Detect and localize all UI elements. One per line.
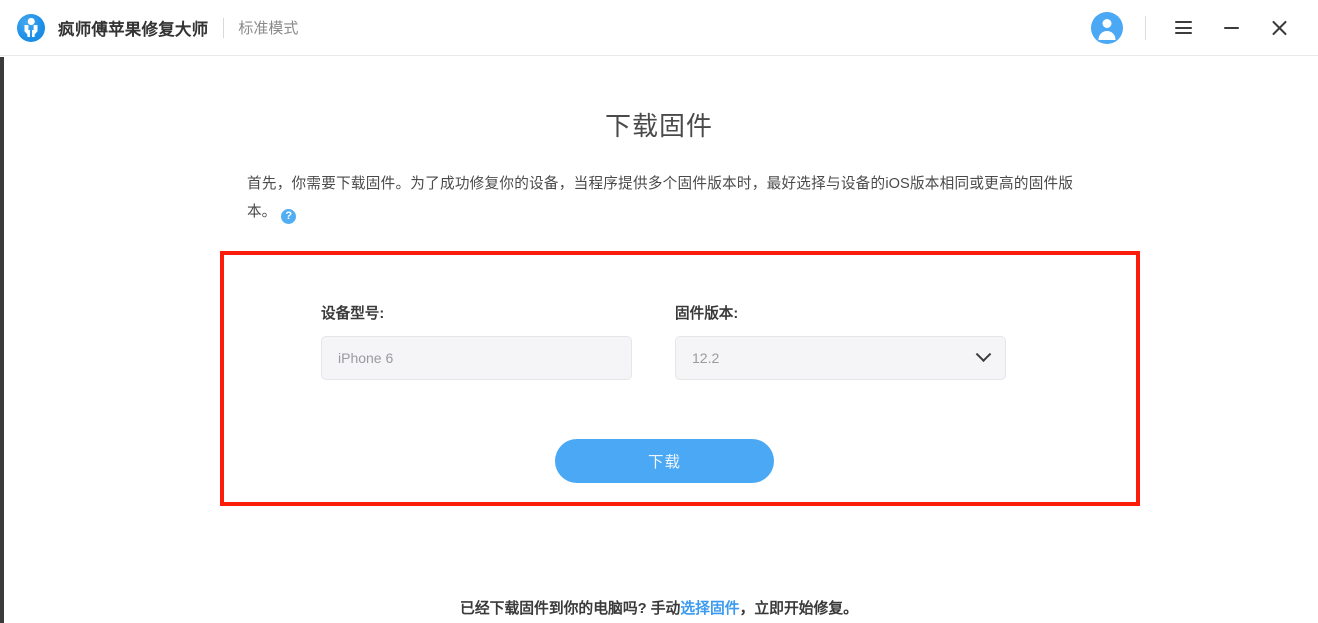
minimize-icon[interactable] — [1214, 11, 1248, 45]
app-logo-icon — [17, 13, 45, 42]
mode-label: 标准模式 — [238, 20, 299, 37]
account-avatar-icon[interactable] — [1091, 11, 1123, 44]
note-prefix: 已经下载固件到你的电脑吗? 手动 — [460, 601, 681, 617]
device-model-value: iPhone 6 — [338, 350, 394, 366]
manual-select-note: 已经下载固件到你的电脑吗? 手动选择固件，立即开始修复。 — [4, 597, 1314, 618]
main-content: 下载固件 首先，你需要下载固件。为了成功修复你的设备，当程序提供多个固件版本时，… — [4, 57, 1318, 623]
firmware-version-select[interactable]: 12.2 — [675, 336, 1006, 380]
note-suffix: ，立即开始修复。 — [739, 601, 858, 617]
help-question-icon[interactable]: ? — [281, 209, 297, 224]
app-logo-body — [24, 25, 38, 37]
firmware-version-value: 12.2 — [692, 350, 720, 366]
hamburger-line-2 — [1174, 26, 1192, 29]
page-description: 首先，你需要下载固件。为了成功修复你的设备，当程序提供多个固件版本时，最好选择与… — [247, 170, 1073, 226]
avatar-body — [1098, 30, 1116, 40]
title-bar: 疯师傅苹果修复大师 标准模式 — [0, 0, 1318, 56]
close-icon[interactable] — [1262, 11, 1296, 45]
device-model-input[interactable]: iPhone 6 — [321, 336, 632, 380]
hamburger-menu-icon[interactable] — [1166, 11, 1200, 45]
firmware-version-field-group: 固件版本: 12.2 — [675, 302, 1006, 380]
page-title: 下载固件 — [604, 111, 713, 141]
hamburger-line-3 — [1174, 31, 1192, 34]
device-model-field-group: 设备型号: iPhone 6 — [321, 302, 632, 380]
app-window: 疯师傅苹果修复大师 标准模式 下载固件 首先，你需要下载固件。为了成功修复你的设… — [0, 0, 1318, 623]
hamburger-glyph — [1174, 18, 1192, 37]
title-divider — [223, 17, 225, 38]
hamburger-line-1 — [1174, 21, 1192, 24]
description-text: 首先，你需要下载固件。为了成功修复你的设备，当程序提供多个固件版本时，最好选择与… — [247, 176, 1073, 220]
controls-divider — [1145, 15, 1146, 40]
brand-group: 疯师傅苹果修复大师 标准模式 — [17, 13, 299, 42]
window-controls — [1091, 11, 1296, 45]
avatar-head — [1102, 18, 1112, 28]
app-logo-head — [27, 18, 35, 25]
minimize-glyph — [1223, 26, 1239, 29]
download-button[interactable]: 下载 — [555, 439, 774, 483]
app-title: 疯师傅苹果修复大师 — [58, 20, 209, 39]
chevron-down-icon — [975, 345, 992, 362]
device-model-label: 设备型号: — [321, 306, 385, 322]
firmware-version-label: 固件版本: — [675, 306, 739, 322]
select-firmware-link[interactable]: 选择固件 — [680, 601, 739, 617]
close-glyph — [1271, 19, 1288, 36]
